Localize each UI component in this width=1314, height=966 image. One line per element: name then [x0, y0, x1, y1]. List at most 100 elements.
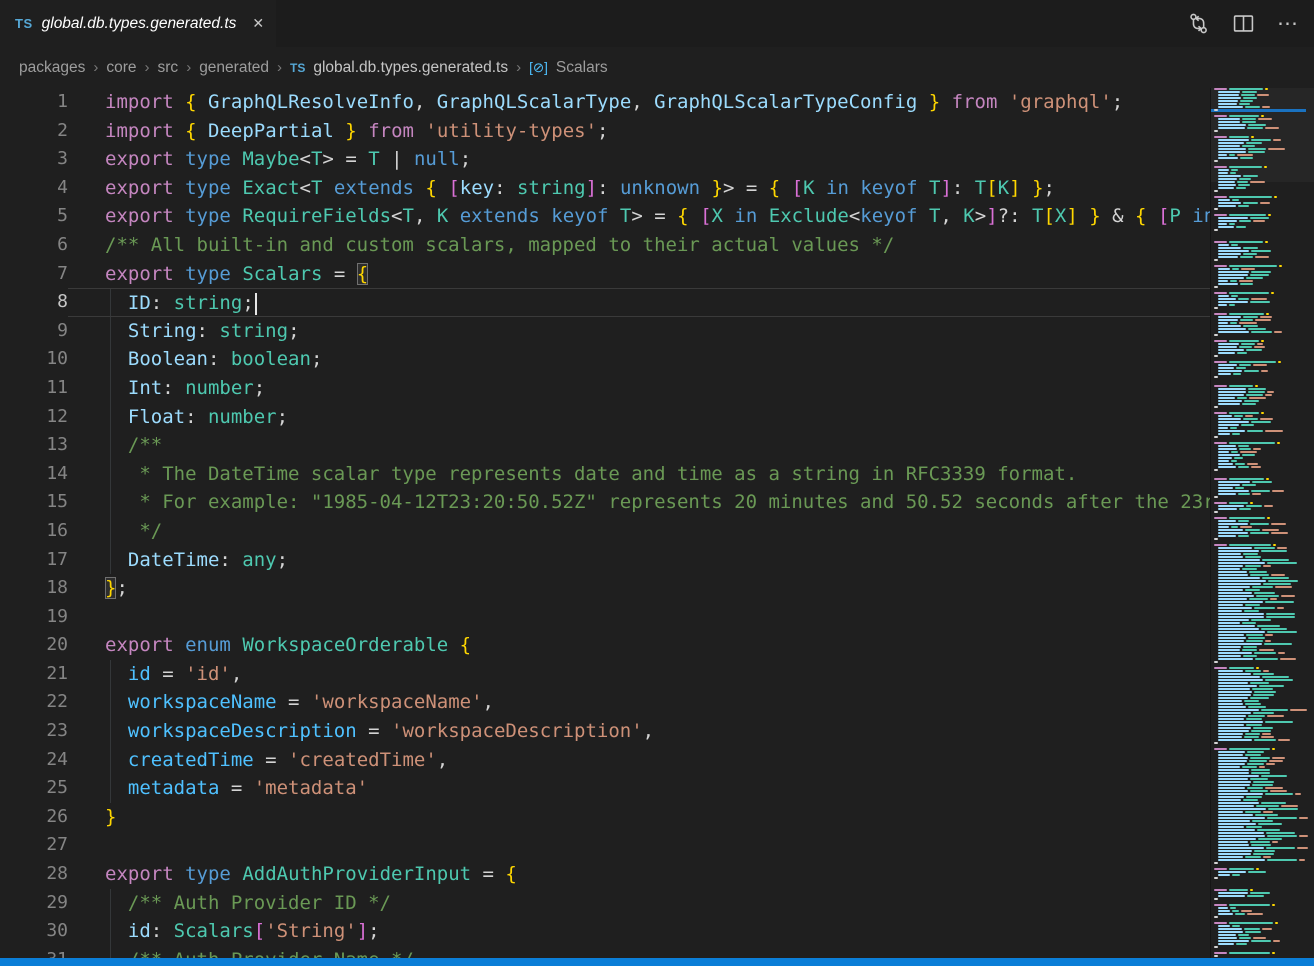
- code-text[interactable]: metadata = 'metadata': [68, 774, 1210, 803]
- code-text[interactable]: export type RequireFields<T, K extends k…: [68, 202, 1210, 231]
- code-line-10[interactable]: 10 Boolean: boolean;: [0, 345, 1210, 374]
- code-text[interactable]: ID: string;: [68, 288, 1210, 317]
- code-text[interactable]: /** All built-in and custom scalars, map…: [68, 231, 1210, 260]
- code-line-14[interactable]: 14 * The DateTime scalar type represents…: [0, 460, 1210, 489]
- line-number[interactable]: 17: [0, 546, 68, 575]
- open-changes-icon[interactable]: [1187, 12, 1210, 35]
- code-text[interactable]: id = 'id',: [68, 660, 1210, 689]
- code-text[interactable]: import { DeepPartial } from 'utility-typ…: [68, 117, 1210, 146]
- line-number[interactable]: 22: [0, 688, 68, 717]
- line-number[interactable]: 16: [0, 517, 68, 546]
- editor-pane[interactable]: 1import { GraphQLResolveInfo, GraphQLSca…: [0, 88, 1314, 958]
- code-text[interactable]: DateTime: any;: [68, 546, 1210, 575]
- line-number[interactable]: 2: [0, 117, 68, 146]
- code-line-2[interactable]: 2import { DeepPartial } from 'utility-ty…: [0, 117, 1210, 146]
- line-number[interactable]: 19: [0, 603, 68, 632]
- code-line-24[interactable]: 24 createdTime = 'createdTime',: [0, 746, 1210, 775]
- code-text[interactable]: /** Auth Provider Name */: [68, 946, 1210, 958]
- code-text[interactable]: export enum WorkspaceOrderable {: [68, 631, 1210, 660]
- code-text[interactable]: }: [68, 803, 1210, 832]
- code-text[interactable]: */: [68, 517, 1210, 546]
- code-line-19[interactable]: 19: [0, 603, 1210, 632]
- breadcrumb-item-src[interactable]: src: [158, 59, 179, 77]
- code-text[interactable]: Int: number;: [68, 374, 1210, 403]
- code-line-20[interactable]: 20export enum WorkspaceOrderable {: [0, 631, 1210, 660]
- code-text[interactable]: * For example: "1985-04-12T23:20:50.52Z"…: [68, 488, 1210, 517]
- code-line-21[interactable]: 21 id = 'id',: [0, 660, 1210, 689]
- code-line-29[interactable]: 29 /** Auth Provider ID */: [0, 889, 1210, 918]
- minimap[interactable]: [1210, 88, 1314, 958]
- code-line-5[interactable]: 5export type RequireFields<T, K extends …: [0, 202, 1210, 231]
- line-number[interactable]: 13: [0, 431, 68, 460]
- code-text[interactable]: id: Scalars['String'];: [68, 917, 1210, 946]
- code-text[interactable]: [68, 603, 1210, 632]
- line-number[interactable]: 15: [0, 488, 68, 517]
- line-number[interactable]: 6: [0, 231, 68, 260]
- more-actions-icon[interactable]: ⋯: [1277, 13, 1298, 34]
- line-number[interactable]: 4: [0, 174, 68, 203]
- code-text[interactable]: };: [68, 574, 1210, 603]
- line-number[interactable]: 9: [0, 317, 68, 346]
- code-line-25[interactable]: 25 metadata = 'metadata': [0, 774, 1210, 803]
- code-line-23[interactable]: 23 workspaceDescription = 'workspaceDesc…: [0, 717, 1210, 746]
- code-line-9[interactable]: 9 String: string;: [0, 317, 1210, 346]
- code-text[interactable]: export type Scalars = {: [68, 260, 1210, 289]
- line-number[interactable]: 28: [0, 860, 68, 889]
- code-text[interactable]: /**: [68, 431, 1210, 460]
- line-number[interactable]: 21: [0, 660, 68, 689]
- line-number[interactable]: 7: [0, 260, 68, 289]
- line-number[interactable]: 10: [0, 345, 68, 374]
- code-line-4[interactable]: 4export type Exact<T extends { [key: str…: [0, 174, 1210, 203]
- code-text[interactable]: export type Maybe<T> = T | null;: [68, 145, 1210, 174]
- line-number[interactable]: 31: [0, 946, 68, 958]
- line-number[interactable]: 23: [0, 717, 68, 746]
- code-text[interactable]: String: string;: [68, 317, 1210, 346]
- code-line-16[interactable]: 16 */: [0, 517, 1210, 546]
- line-number[interactable]: 29: [0, 889, 68, 918]
- breadcrumb-item-packages[interactable]: packages: [19, 59, 85, 77]
- status-bar[interactable]: [0, 958, 1314, 966]
- code-line-7[interactable]: 7export type Scalars = {: [0, 260, 1210, 289]
- code-text[interactable]: Boolean: boolean;: [68, 345, 1210, 374]
- code-line-15[interactable]: 15 * For example: "1985-04-12T23:20:50.5…: [0, 488, 1210, 517]
- code-line-18[interactable]: 18};: [0, 574, 1210, 603]
- tab-global-db-types[interactable]: TS global.db.types.generated.ts ✕: [0, 0, 276, 47]
- code-line-28[interactable]: 28export type AddAuthProviderInput = {: [0, 860, 1210, 889]
- code-line-17[interactable]: 17 DateTime: any;: [0, 546, 1210, 575]
- line-number[interactable]: 24: [0, 746, 68, 775]
- code-text[interactable]: createdTime = 'createdTime',: [68, 746, 1210, 775]
- code-line-3[interactable]: 3export type Maybe<T> = T | null;: [0, 145, 1210, 174]
- code-lines[interactable]: 1import { GraphQLResolveInfo, GraphQLSca…: [0, 88, 1210, 958]
- line-number[interactable]: 25: [0, 774, 68, 803]
- line-number[interactable]: 14: [0, 460, 68, 489]
- code-line-31[interactable]: 31 /** Auth Provider Name */: [0, 946, 1210, 958]
- breadcrumb-item-core[interactable]: core: [106, 59, 136, 77]
- line-number[interactable]: 26: [0, 803, 68, 832]
- code-text[interactable]: /** Auth Provider ID */: [68, 889, 1210, 918]
- code-line-6[interactable]: 6/** All built-in and custom scalars, ma…: [0, 231, 1210, 260]
- line-number[interactable]: 5: [0, 202, 68, 231]
- code-line-1[interactable]: 1import { GraphQLResolveInfo, GraphQLSca…: [0, 88, 1210, 117]
- line-number[interactable]: 11: [0, 374, 68, 403]
- close-tab-icon[interactable]: ✕: [252, 15, 264, 32]
- breadcrumb-item-file[interactable]: global.db.types.generated.ts: [313, 59, 508, 77]
- line-number[interactable]: 27: [0, 831, 68, 860]
- line-number[interactable]: 30: [0, 917, 68, 946]
- code-text[interactable]: export type Exact<T extends { [key: stri…: [68, 174, 1210, 203]
- line-number[interactable]: 18: [0, 574, 68, 603]
- line-number[interactable]: 3: [0, 145, 68, 174]
- code-text[interactable]: workspaceName = 'workspaceName',: [68, 688, 1210, 717]
- code-text[interactable]: export type AddAuthProviderInput = {: [68, 860, 1210, 889]
- code-line-30[interactable]: 30 id: Scalars['String'];: [0, 917, 1210, 946]
- code-line-12[interactable]: 12 Float: number;: [0, 403, 1210, 432]
- breadcrumb-item-generated[interactable]: generated: [199, 59, 269, 77]
- line-number[interactable]: 1: [0, 88, 68, 117]
- code-line-27[interactable]: 27: [0, 831, 1210, 860]
- code-text[interactable]: [68, 831, 1210, 860]
- split-editor-icon[interactable]: [1232, 12, 1255, 35]
- line-number[interactable]: 8: [0, 288, 68, 317]
- code-line-26[interactable]: 26}: [0, 803, 1210, 832]
- code-text[interactable]: Float: number;: [68, 403, 1210, 432]
- line-number[interactable]: 20: [0, 631, 68, 660]
- code-text[interactable]: import { GraphQLResolveInfo, GraphQLScal…: [68, 88, 1210, 117]
